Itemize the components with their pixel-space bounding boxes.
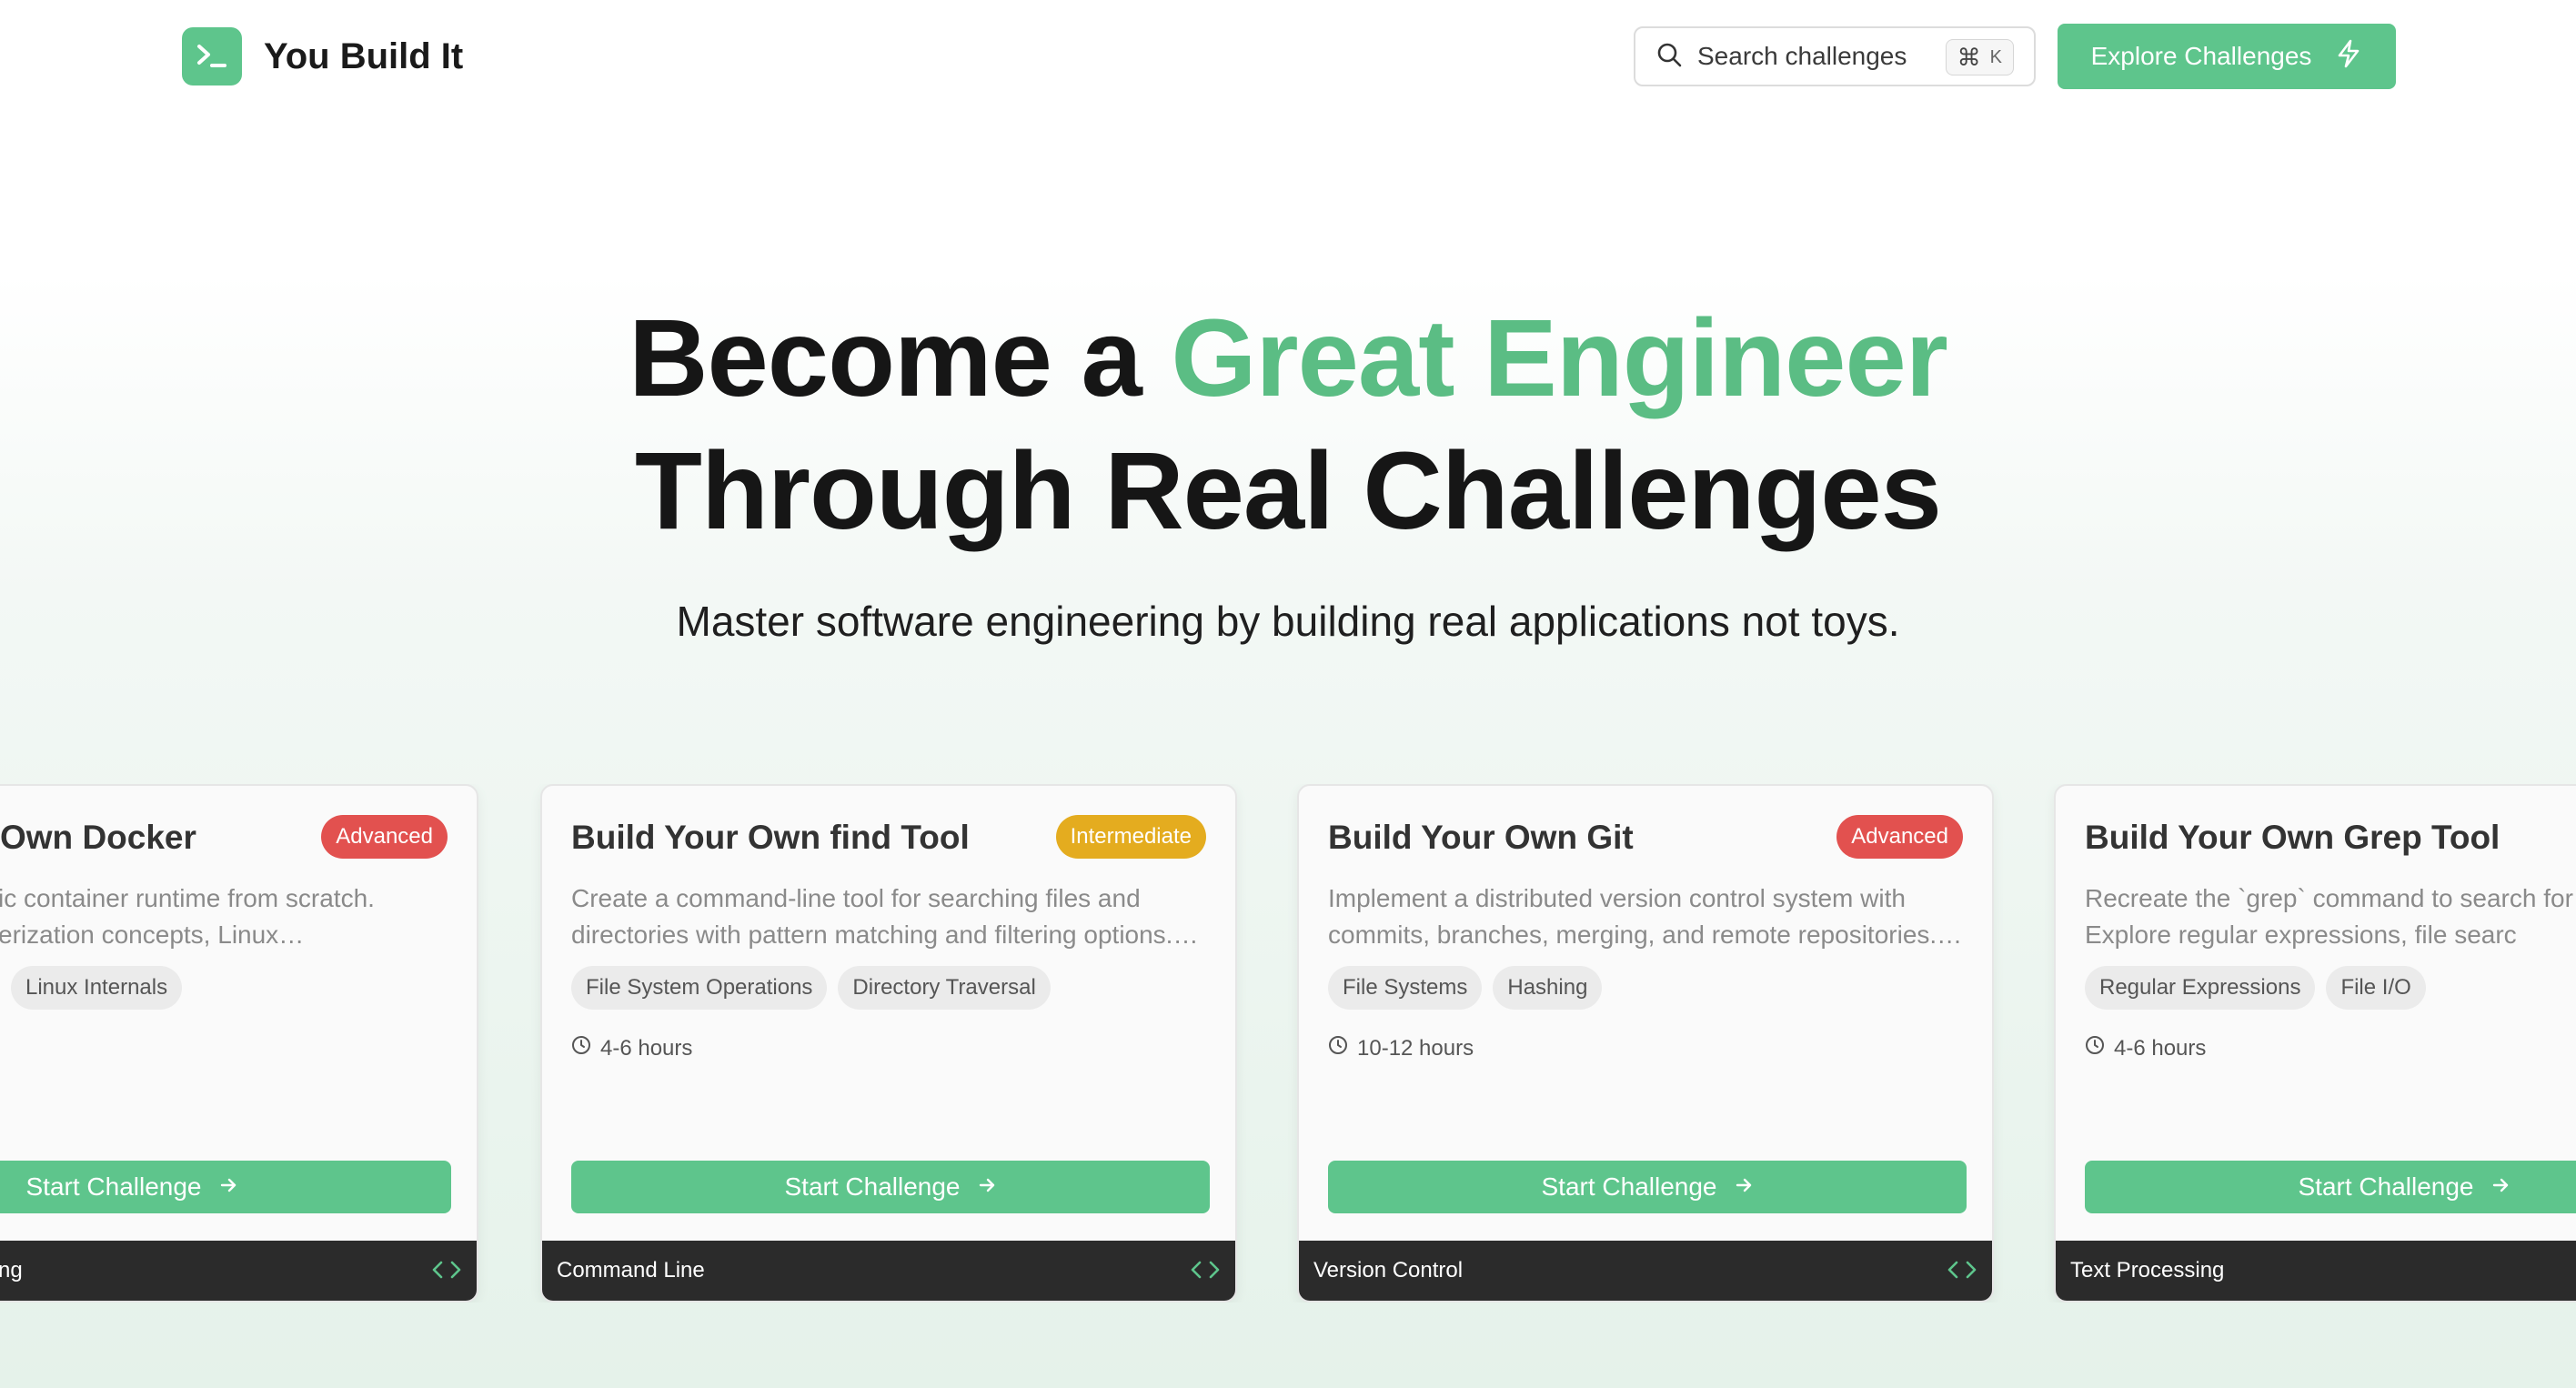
challenge-card[interactable]: Build Your Own find Tool Intermediate Cr… [540, 784, 1237, 1303]
hero-subtitle: Master software engineering by building … [676, 598, 1900, 645]
card-tags: Regular Expressions File I/O [2085, 966, 2426, 1010]
card-category: ng [0, 1258, 23, 1282]
arrow-right-icon [1734, 1172, 1754, 1202]
card-category-footer: ng [0, 1241, 477, 1301]
card-tags: File System Operations Directory Travers… [571, 966, 1051, 1010]
card-duration: 4-6 hours [571, 1035, 692, 1061]
card-duration: 4-6 hours [2085, 1035, 2206, 1061]
arrow-right-icon [2490, 1172, 2511, 1202]
card-category-footer: Version Control [1299, 1241, 1992, 1301]
card-title: Build Your Own Git [1328, 819, 1634, 856]
explore-challenges-button[interactable]: Explore Challenges [2058, 24, 2396, 89]
card-description: Recreate the `grep` command to search fo… [2085, 884, 2576, 949]
clock-icon [2085, 1035, 2105, 1061]
card-tags: Linux Internals [11, 966, 183, 1010]
card-category: Text Processing [2070, 1258, 2225, 1282]
card-description: Implement a distributed version control … [1328, 884, 1963, 949]
challenge-card[interactable]: Build Your Own Git Advanced Implement a … [1297, 784, 1994, 1303]
top-nav: You Build It Search challenges ⌘ K Explo… [0, 0, 2576, 113]
duration-text: 10-12 hours [1357, 1035, 1474, 1061]
arrow-right-icon [977, 1172, 997, 1202]
difficulty-badge: Intermediate [1055, 815, 1206, 859]
bolt-icon [2335, 38, 2362, 75]
search-icon [1655, 41, 1683, 73]
clock-icon [1328, 1035, 1348, 1061]
card-category-footer: Command Line [542, 1241, 1235, 1301]
start-challenge-label: Start Challenge [784, 1172, 961, 1201]
challenge-card[interactable]: Build Your Own Grep Tool Recreate the `g… [2054, 784, 2576, 1303]
start-challenge-button[interactable]: Start Challenge [0, 1161, 451, 1213]
start-challenge-label: Start Challenge [2298, 1172, 2474, 1201]
k-key: K [1989, 46, 2002, 67]
difficulty-badge: Advanced [1836, 815, 1963, 859]
search-input[interactable]: Search challenges ⌘ K [1634, 26, 2036, 86]
duration-text: 4-6 hours [600, 1035, 693, 1061]
tag: Regular Expressions [2085, 966, 2316, 1010]
start-challenge-button[interactable]: Start Challenge [571, 1161, 1210, 1213]
hero-title-prefix: Become a [629, 296, 1172, 419]
arrow-right-icon [218, 1172, 238, 1202]
card-description: Create a command-line tool for searching… [571, 884, 1199, 949]
challenge-carousel[interactable]: Own Docker Advanced ic container runtime… [0, 784, 2576, 1303]
tag: Hashing [1493, 966, 1603, 1010]
tag: Linux Internals [11, 966, 183, 1010]
keyboard-shortcut-hint: ⌘ K [1945, 39, 2014, 75]
card-category-footer: Text Processing [2056, 1241, 2576, 1301]
clock-icon [571, 1035, 591, 1061]
terminal-icon [182, 27, 242, 85]
card-duration: 10-12 hours [1328, 1035, 1474, 1061]
hero-title: Become a Great Engineer Through Real Cha… [0, 291, 2576, 557]
tag: File I/O [2326, 966, 2426, 1010]
start-challenge-button[interactable]: Start Challenge [1328, 1161, 1967, 1213]
hero-title-line2: Through Real Challenges [635, 428, 1942, 552]
card-title: Build Your Own Grep Tool [2085, 819, 2501, 856]
tag: Directory Traversal [838, 966, 1051, 1010]
code-icon [1947, 1259, 1977, 1287]
command-key: ⌘ [1957, 43, 1981, 71]
card-description: ic container runtime from scratch. eriza… [0, 884, 375, 949]
start-challenge-button[interactable]: Start Challenge [2085, 1161, 2576, 1213]
search-placeholder: Search challenges [1697, 42, 1907, 70]
card-title: Build Your Own find Tool [571, 819, 970, 856]
tag: File Systems [1328, 966, 1483, 1010]
card-title: Own Docker [0, 819, 196, 856]
hero-title-accent: Great Engineer [1171, 296, 1947, 419]
card-tags: File Systems Hashing [1328, 966, 1603, 1010]
code-icon [1190, 1259, 1221, 1287]
duration-text: 4-6 hours [2114, 1035, 2207, 1061]
challenge-card[interactable]: Own Docker Advanced ic container runtime… [0, 784, 478, 1303]
explore-label: Explore Challenges [2090, 42, 2312, 70]
card-category: Version Control [1313, 1258, 1464, 1282]
card-category: Command Line [557, 1258, 705, 1282]
start-challenge-label: Start Challenge [25, 1172, 202, 1201]
tag: File System Operations [571, 966, 828, 1010]
brand-logo[interactable]: You Build It [182, 27, 463, 85]
brand-name: You Build It [264, 35, 464, 76]
difficulty-badge: Advanced [321, 815, 448, 859]
start-challenge-label: Start Challenge [1541, 1172, 1717, 1201]
code-icon [431, 1259, 462, 1287]
